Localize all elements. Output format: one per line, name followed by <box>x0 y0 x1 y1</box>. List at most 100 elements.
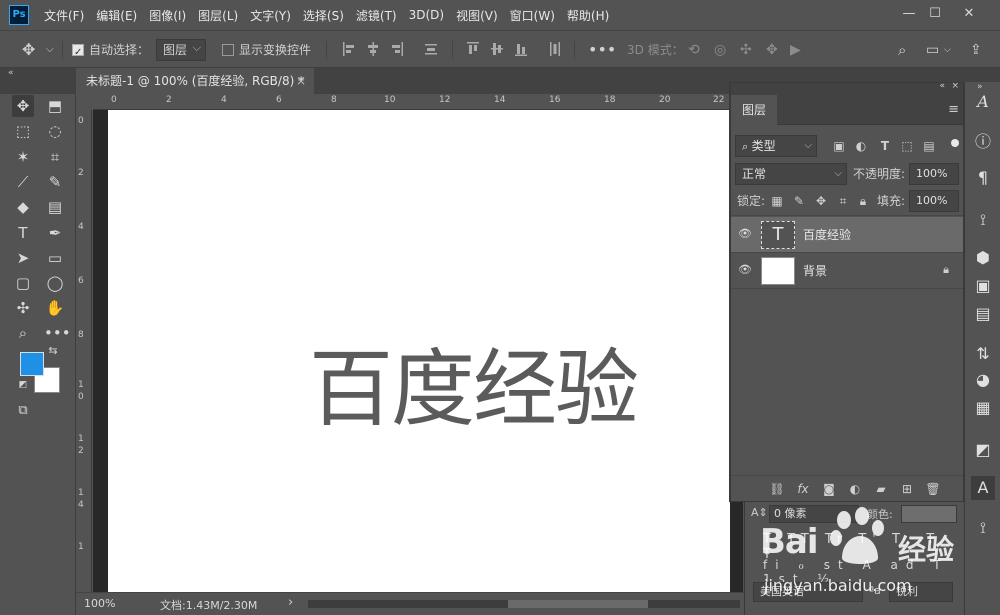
language-dropdown[interactable]: 美国英语 <box>753 582 863 602</box>
eyedropper-tool-icon[interactable]: ⟋ <box>12 171 34 193</box>
minimize-button[interactable]: — <box>895 4 923 24</box>
align-bottom-icon[interactable] <box>514 41 528 57</box>
align-middle-v-icon[interactable] <box>490 41 504 57</box>
ruler-origin[interactable] <box>76 94 93 110</box>
lock-position-icon[interactable]: ✥ <box>813 193 829 209</box>
align-center-h-icon[interactable] <box>366 41 380 57</box>
artboard-tool-icon[interactable]: ⬒ <box>44 95 66 117</box>
lock-all-icon[interactable]: 🔒︎ <box>855 193 871 209</box>
lasso-tool-icon[interactable]: ◌ <box>44 120 66 142</box>
visibility-eye-icon[interactable]: 👁︎ <box>737 263 753 279</box>
rounded-rectangle-tool-icon[interactable]: ▢ <box>12 272 34 294</box>
type-tool-icon[interactable]: T <box>12 222 34 244</box>
quick-mask-icon[interactable]: ⧉ <box>12 400 34 422</box>
close-panel-icon[interactable]: × <box>951 81 959 91</box>
brush-tool-icon[interactable]: ✎ <box>44 171 66 193</box>
lock-pixels-icon[interactable]: ✎ <box>791 193 807 209</box>
panel-header-bar[interactable]: « × <box>731 81 963 95</box>
delete-layer-trash-icon[interactable]: 🗑︎ <box>925 481 941 497</box>
tracking-field[interactable]: 0 像素 <box>769 505 859 523</box>
text-color-swatch[interactable] <box>901 505 957 523</box>
menu-help[interactable]: 帮助(H) <box>563 7 613 24</box>
collapse-panel-icon[interactable]: « <box>939 81 945 91</box>
show-transform-checkbox[interactable]: 显示变换控件 <box>222 39 311 61</box>
pen-tool-icon[interactable]: ✒ <box>44 222 66 244</box>
distribute-icon[interactable] <box>424 41 438 57</box>
lock-icon[interactable]: 🔒︎ <box>943 263 949 277</box>
distribute-v-icon[interactable] <box>548 41 562 57</box>
link-layers-icon[interactable]: ⛓ <box>769 481 785 497</box>
chevron-down-icon[interactable]: ⌵ <box>46 39 54 61</box>
properties-panel-icon[interactable]: ▣ <box>971 274 995 298</box>
search-icon[interactable]: ⌕ <box>898 39 906 61</box>
move-tool-preset-icon[interactable]: ✥ <box>22 39 35 61</box>
ellipse-tool-icon[interactable]: ◯ <box>44 272 66 294</box>
marquee-tool-icon[interactable]: ⬚ <box>12 120 34 142</box>
antialias-dropdown[interactable]: 锐利 <box>889 582 953 602</box>
menu-type[interactable]: 文字(Y) <box>246 7 295 24</box>
move-tool-icon[interactable]: ✥ <box>12 95 34 117</box>
layer-row-text[interactable]: 👁︎ T 百度经验 <box>731 217 963 253</box>
canvas-text-layer[interactable]: 百度经验 <box>309 322 639 443</box>
color-panel-icon[interactable]: ◕ <box>971 368 995 392</box>
tab-layers[interactable]: 图层 <box>731 95 777 125</box>
menu-view[interactable]: 视图(V) <box>452 7 502 24</box>
add-mask-icon[interactable]: ◙ <box>821 481 837 497</box>
vertical-ruler[interactable]: 0 2 4 6 8 1 0 1 2 1 4 1 <box>76 110 92 592</box>
eraser-tool-icon[interactable]: ◆ <box>12 196 34 218</box>
close-window-button[interactable]: ✕ <box>955 4 983 24</box>
filter-type-icon[interactable]: T <box>877 138 893 154</box>
layer-style-fx-icon[interactable]: fx <box>795 481 811 497</box>
chevron-down-icon[interactable]: ⌵ <box>944 39 951 61</box>
menu-select[interactable]: 选择(S) <box>299 7 348 24</box>
layer-filter-dropdown[interactable]: ⌕ 类型 ⌵ <box>735 135 817 157</box>
rectangle-tool-icon[interactable]: ▭ <box>44 247 66 269</box>
align-right-icon[interactable] <box>390 41 404 57</box>
menu-layer[interactable]: 图层(L) <box>194 7 242 24</box>
filter-toggle-icon[interactable] <box>951 139 959 147</box>
align-left-icon[interactable] <box>342 41 356 57</box>
crop-tool-icon[interactable]: ⌗ <box>44 146 66 168</box>
more-tools-icon[interactable]: ••• <box>44 322 71 344</box>
menu-edit[interactable]: 编辑(E) <box>92 7 141 24</box>
lock-transparent-icon[interactable]: ▦ <box>769 193 785 209</box>
workspace-icon[interactable]: ▭ <box>926 39 939 61</box>
panel-menu-icon[interactable]: ≡ <box>948 102 959 117</box>
blend-mode-dropdown[interactable]: 正常 ⌵ <box>735 163 847 185</box>
menu-file[interactable]: 文件(F) <box>40 7 88 24</box>
layer-row-background[interactable]: 👁︎ 背景 🔒︎ <box>731 253 963 289</box>
scrollbar-thumb[interactable] <box>508 600 648 608</box>
menu-filter[interactable]: 滤镜(T) <box>352 7 401 24</box>
auto-select-checkbox[interactable]: 自动选择： <box>72 39 149 64</box>
brush-settings-icon[interactable]: ◩ <box>971 438 995 462</box>
align-top-icon[interactable] <box>466 41 480 57</box>
swatches-panel-icon[interactable]: ▦ <box>971 396 995 420</box>
menu-window[interactable]: 窗口(W) <box>506 7 559 24</box>
auto-select-target-dropdown[interactable]: 图层 <box>156 38 206 61</box>
menu-image[interactable]: 图像(I) <box>145 7 190 24</box>
photoshop-logo[interactable]: Ps <box>9 5 29 25</box>
adjustment-layer-icon[interactable]: ◐ <box>847 481 863 497</box>
adjustments-panel-icon[interactable]: ⇅ <box>971 342 995 366</box>
path-selection-tool-icon[interactable]: ➤ <box>12 247 34 269</box>
filter-smart-object-icon[interactable]: ▤ <box>921 138 937 154</box>
new-group-folder-icon[interactable]: ▰ <box>873 481 889 497</box>
filter-adjustment-icon[interactable]: ◐ <box>853 138 869 154</box>
more-options-icon[interactable]: ••• <box>588 39 616 61</box>
opacity-field[interactable]: 100% <box>909 163 959 185</box>
maximize-button[interactable]: ☐ <box>921 4 949 24</box>
hand-tool-icon[interactable]: ✋ <box>44 297 66 319</box>
magic-wand-tool-icon[interactable]: ✶ <box>12 146 34 168</box>
horizontal-ruler[interactable]: 0 2 4 6 8 10 12 14 16 18 20 22 <box>93 94 730 110</box>
collapse-panel-icon[interactable]: « <box>8 68 14 78</box>
status-menu-arrow-icon[interactable]: › <box>288 595 293 610</box>
libraries-panel-icon[interactable]: ▤ <box>971 302 995 326</box>
custom-shape-tool-icon[interactable]: ✣ <box>12 297 34 319</box>
fill-field[interactable]: 100% <box>909 190 959 212</box>
menu-3d[interactable]: 3D(D) <box>405 8 448 22</box>
visibility-eye-icon[interactable]: 👁︎ <box>737 227 753 243</box>
character-panel-icon[interactable]: A <box>971 90 995 114</box>
glyphs-panel-icon[interactable]: ⟟ <box>971 516 995 540</box>
lock-artboard-icon[interactable]: ⌗ <box>835 193 851 209</box>
paragraph-panel-icon[interactable]: ¶ <box>971 166 995 190</box>
